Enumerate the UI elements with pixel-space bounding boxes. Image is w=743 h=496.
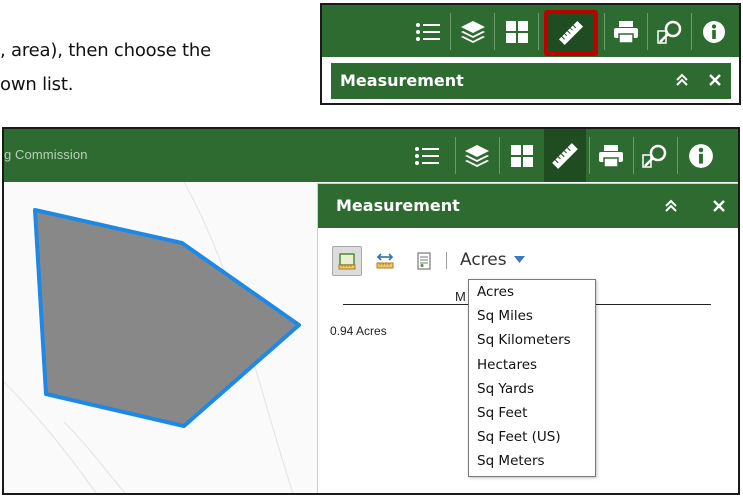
info-icon[interactable] (693, 5, 735, 58)
print-icon[interactable] (590, 129, 632, 182)
inset-collapse-icon[interactable] (675, 72, 689, 91)
result-heading: M (455, 289, 466, 304)
basemap-grid-icon[interactable] (496, 5, 538, 58)
distance-tool-icon[interactable] (370, 246, 400, 276)
basemap-grid-icon[interactable] (501, 129, 543, 182)
inset-panel-title: Measurement (340, 71, 464, 90)
dropdown-arrow-icon[interactable] (513, 249, 525, 269)
app-toolbar: g Commission (4, 129, 738, 182)
area-tool-icon[interactable] (332, 246, 362, 276)
collapse-icon[interactable] (656, 184, 686, 228)
layers-icon[interactable] (456, 129, 498, 182)
tool-separator (446, 252, 447, 269)
ruler-icon[interactable] (544, 10, 598, 56)
unit-option-sq-feet[interactable]: Sq Feet (469, 401, 595, 425)
inset-panel-header: Measurement (331, 63, 731, 99)
unit-dropdown-list: Acres Sq Miles Sq Kilometers Hectares Sq… (468, 279, 596, 477)
app-title: g Commission (4, 147, 88, 162)
unit-select[interactable]: Acres (460, 250, 525, 270)
list-icon[interactable] (406, 129, 448, 182)
unit-option-acres[interactable]: Acres (469, 280, 595, 304)
measurement-tools: Acres (332, 246, 632, 276)
layers-icon[interactable] (452, 5, 494, 58)
unit-option-sq-yards[interactable]: Sq Yards (469, 377, 595, 401)
ruler-icon[interactable] (544, 129, 586, 182)
search-zoom-icon[interactable] (649, 5, 691, 58)
location-tool-icon[interactable] (409, 246, 439, 276)
result-value: 0.94 Acres (330, 324, 387, 338)
measured-polygon (33, 208, 301, 428)
unit-select-value: Acres (460, 250, 507, 270)
print-icon[interactable] (605, 5, 647, 58)
panel-title: Measurement (336, 196, 460, 215)
instruction-line-2: own list. (0, 74, 74, 95)
instruction-line-1: , area), then choose the (0, 40, 211, 61)
inset-toolbar (322, 5, 739, 57)
inset-close-icon[interactable] (708, 72, 722, 91)
unit-option-sq-feet-us[interactable]: Sq Feet (US) (469, 425, 595, 449)
inset-screenshot: Measurement (320, 3, 741, 105)
unit-option-sq-miles[interactable]: Sq Miles (469, 304, 595, 328)
panel-header: Measurement (318, 184, 738, 228)
unit-option-hectares[interactable]: Hectares (469, 353, 595, 377)
unit-option-sq-kilometers[interactable]: Sq Kilometers (469, 328, 595, 352)
app-screenshot: g Commission Measurement Acres M 0.94 Ac… (2, 127, 740, 495)
info-icon[interactable] (680, 129, 722, 182)
list-icon[interactable] (407, 5, 449, 58)
measurement-panel: Measurement Acres M 0.94 Acres Acres Sq … (317, 183, 738, 493)
unit-option-sq-meters[interactable]: Sq Meters (469, 449, 595, 473)
search-zoom-icon[interactable] (634, 129, 676, 182)
close-icon[interactable] (704, 184, 734, 228)
